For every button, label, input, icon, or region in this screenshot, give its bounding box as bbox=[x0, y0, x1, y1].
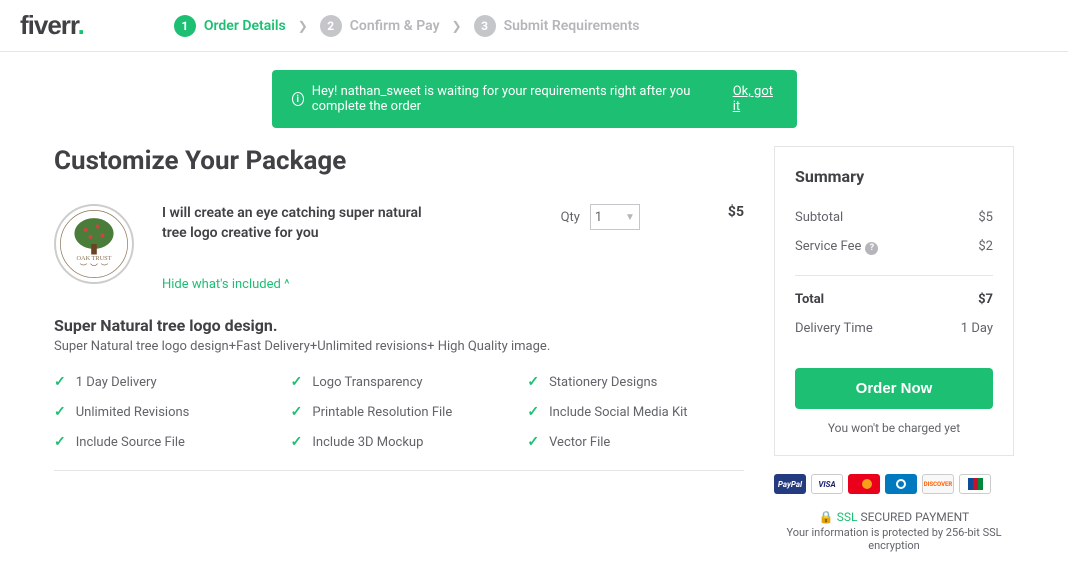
step-confirm-pay: 2 Confirm & Pay bbox=[320, 15, 440, 37]
checkout-steps: 1 Order Details ❯ 2 Confirm & Pay ❯ 3 Su… bbox=[174, 15, 640, 37]
info-icon: i bbox=[292, 92, 304, 106]
summary-title: Summary bbox=[795, 167, 993, 186]
diners-icon bbox=[885, 474, 917, 494]
step-submit-requirements: 3 Submit Requirements bbox=[474, 15, 640, 37]
step-order-details[interactable]: 1 Order Details bbox=[174, 15, 286, 37]
feature-item: ✓Logo Transparency bbox=[291, 374, 508, 390]
feature-item: ✓Stationery Designs bbox=[527, 374, 744, 390]
page-title: Customize Your Package bbox=[54, 146, 744, 176]
step-number: 1 bbox=[174, 15, 196, 37]
feature-item: ✓Printable Resolution File bbox=[291, 404, 508, 420]
step-label: Submit Requirements bbox=[504, 18, 640, 34]
gig-title: I will create an eye catching super natu… bbox=[162, 204, 442, 243]
discover-icon: DISCOVER bbox=[922, 474, 954, 494]
features-grid: ✓1 Day Delivery ✓Logo Transparency ✓Stat… bbox=[54, 374, 744, 471]
step-label: Confirm & Pay bbox=[350, 18, 440, 34]
notice-banner: i Hey! nathan_sweet is waiting for your … bbox=[272, 70, 797, 128]
ssl-info: 🔒 SSL SECURED PAYMENT Your information i… bbox=[774, 510, 1014, 552]
gig-price: $5 bbox=[728, 204, 744, 220]
qty-select[interactable]: 1 ▼ bbox=[590, 204, 640, 230]
check-icon: ✓ bbox=[527, 404, 539, 420]
paypal-icon: PayPal bbox=[774, 474, 806, 494]
check-icon: ✓ bbox=[291, 374, 303, 390]
visa-icon: VISA bbox=[811, 474, 843, 494]
qty-value: 1 bbox=[595, 210, 602, 225]
check-icon: ✓ bbox=[291, 434, 303, 450]
order-now-button[interactable]: Order Now bbox=[795, 368, 993, 409]
jcb-icon bbox=[959, 474, 991, 494]
qty-label: Qty bbox=[561, 210, 580, 225]
chevron-right-icon: ❯ bbox=[298, 19, 308, 33]
check-icon: ✓ bbox=[54, 434, 66, 450]
check-icon: ✓ bbox=[54, 404, 66, 420]
summary-box: Summary Subtotal $5 Service Fee? $2 Tota… bbox=[774, 146, 1014, 456]
check-icon: ✓ bbox=[54, 374, 66, 390]
gig-logo-text: OAK TRUST bbox=[76, 255, 111, 262]
dismiss-notice-link[interactable]: Ok, got it bbox=[733, 84, 777, 114]
sidebar: Summary Subtotal $5 Service Fee? $2 Tota… bbox=[774, 146, 1014, 552]
chevron-down-icon: ▼ bbox=[625, 212, 635, 223]
charge-note: You won't be charged yet bbox=[795, 421, 993, 435]
gig-row: OAK TRUST I will create an eye catching … bbox=[54, 204, 744, 292]
chevron-right-icon: ❯ bbox=[452, 19, 462, 33]
mastercard-icon bbox=[848, 474, 880, 494]
gig-thumbnail: OAK TRUST bbox=[54, 204, 134, 284]
main-content: Customize Your Package OAK TRUST I will … bbox=[54, 146, 744, 491]
section-title: Super Natural tree logo design. bbox=[54, 316, 744, 335]
header: fiverr 1 Order Details ❯ 2 Confirm & Pay… bbox=[0, 0, 1068, 52]
info-icon[interactable]: ? bbox=[865, 242, 878, 255]
check-icon: ✓ bbox=[527, 434, 539, 450]
summary-delivery: Delivery Time 1 Day bbox=[795, 321, 993, 336]
lock-icon: 🔒 bbox=[819, 510, 834, 524]
section-subtitle: Super Natural tree logo design+Fast Deli… bbox=[54, 339, 744, 354]
feature-item: ✓Include Social Media Kit bbox=[527, 404, 744, 420]
check-icon: ✓ bbox=[527, 374, 539, 390]
summary-total: Total $7 bbox=[795, 275, 993, 307]
payment-methods: PayPal VISA DISCOVER bbox=[774, 474, 1014, 494]
step-number: 2 bbox=[320, 15, 342, 37]
fiverr-logo[interactable]: fiverr bbox=[20, 10, 84, 41]
feature-item: ✓Vector File bbox=[527, 434, 744, 450]
notice-text: Hey! nathan_sweet is waiting for your re… bbox=[312, 84, 733, 114]
step-label: Order Details bbox=[204, 18, 286, 34]
summary-subtotal: Subtotal $5 bbox=[795, 210, 993, 225]
feature-item: ✓Unlimited Revisions bbox=[54, 404, 271, 420]
toggle-included-link[interactable]: Hide what's included ^ bbox=[162, 277, 290, 292]
check-icon: ✓ bbox=[291, 404, 303, 420]
feature-item: ✓1 Day Delivery bbox=[54, 374, 271, 390]
feature-item: ✓Include Source File bbox=[54, 434, 271, 450]
summary-fee: Service Fee? $2 bbox=[795, 239, 993, 255]
step-number: 3 bbox=[474, 15, 496, 37]
feature-item: ✓Include 3D Mockup bbox=[291, 434, 508, 450]
